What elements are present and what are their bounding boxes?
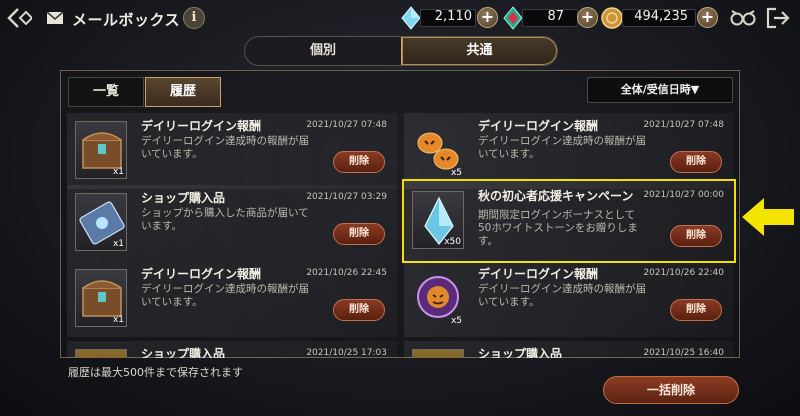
tab-history[interactable]: 履歴: [145, 77, 221, 107]
item-description: デイリーログイン達成時の報酬が届いています。: [478, 283, 646, 308]
pumpkin-medal-icon: x5: [412, 269, 464, 327]
item-quantity: x1: [112, 239, 124, 249]
item-description: 期間限定ログインボーナスとして50ホワイトストーンをお贈りします。: [478, 209, 638, 247]
item-quantity: x5: [450, 316, 462, 326]
mail-item[interactable]: x1 ショップ購入品 2021/10/27 03:29 ショップから購入した商品…: [67, 185, 397, 261]
item-title: デイリーログイン報酬: [141, 119, 262, 133]
item-title: ショップ購入品: [478, 347, 563, 358]
item-title: ショップ購入品: [141, 347, 226, 358]
item-description: ショップから購入した商品が届いています。: [141, 207, 309, 232]
delete-button[interactable]: 削除: [670, 225, 722, 247]
add-blue-crystal-button[interactable]: +: [477, 7, 498, 28]
item-quantity: x50: [444, 237, 461, 247]
delete-button[interactable]: 削除: [670, 299, 722, 321]
currency-gold-coin: 494,235 +: [600, 6, 720, 30]
item-date: 2021/10/27 00:00: [643, 190, 724, 200]
currency-value: 494,235: [634, 9, 688, 24]
mail-item[interactable]: ショップ購入品 2021/10/25 17:03: [67, 341, 397, 358]
pumpkin-icon: x5: [412, 121, 464, 179]
tab-individual[interactable]: 個別: [245, 37, 401, 65]
item-title: 秋の初心者応援キャンペーン: [478, 189, 634, 203]
currency-red-crystal: 87 +: [502, 6, 598, 30]
delete-button[interactable]: 削除: [333, 151, 385, 173]
item-description: デイリーログイン達成時の報酬が届いています。: [141, 283, 309, 308]
gold-coin-icon: [601, 7, 623, 29]
mail-item[interactable]: ショップ購入品 2021/10/25 16:40: [404, 341, 734, 358]
add-gold-button[interactable]: +: [697, 7, 718, 28]
mail-icon: [46, 11, 64, 24]
arrow-left-icon: [742, 198, 794, 236]
item-date: 2021/10/27 03:29: [306, 192, 387, 202]
owl-icon[interactable]: [730, 8, 756, 28]
currency-blue-crystal: 2,110 +: [400, 6, 500, 30]
item-title: デイリーログイン報酬: [478, 267, 599, 281]
gold-pile-icon: [412, 349, 464, 358]
mail-item[interactable]: x5 デイリーログイン報酬 2021/10/26 22:40 デイリーログイン達…: [404, 261, 734, 337]
mail-item[interactable]: x5 デイリーログイン報酬 2021/10/27 07:48 デイリーログイン達…: [404, 113, 734, 189]
delete-button[interactable]: 削除: [333, 299, 385, 321]
main-tabs: 個別 共通: [244, 36, 558, 66]
gold-pile-icon: [75, 349, 127, 358]
info-button[interactable]: i: [183, 7, 205, 29]
item-date: 2021/10/25 16:40: [643, 348, 724, 358]
item-quantity: x1: [112, 315, 124, 325]
item-title: デイリーログイン報酬: [478, 119, 599, 133]
ticket-icon: x1: [75, 193, 127, 251]
sort-dropdown[interactable]: 全体/受信日時▼: [587, 77, 733, 103]
treasure-chest-icon: x1: [75, 269, 127, 327]
item-title: デイリーログイン報酬: [141, 267, 262, 281]
item-quantity: x5: [450, 168, 462, 178]
add-red-crystal-button[interactable]: +: [577, 7, 598, 28]
item-date: 2021/10/26 22:40: [643, 268, 724, 278]
mail-item[interactable]: x1 デイリーログイン報酬 2021/10/26 22:45 デイリーログイン達…: [67, 261, 397, 337]
bulk-delete-button[interactable]: 一括削除: [603, 376, 739, 404]
delete-button[interactable]: 削除: [670, 151, 722, 173]
item-date: 2021/10/27 07:48: [306, 120, 387, 130]
red-crystal-icon: [503, 6, 523, 30]
blue-crystal-icon: [401, 6, 421, 30]
item-title: ショップ購入品: [141, 191, 226, 205]
treasure-chest-icon: x1: [75, 121, 127, 179]
back-icon[interactable]: [6, 7, 32, 29]
currency-value: 2,110: [434, 9, 472, 24]
item-description: デイリーログイン達成時の報酬が届いています。: [478, 135, 646, 160]
mail-panel: 一覧 履歴 全体/受信日時▼ x1 デイリーログイン報酬 2021/10/27 …: [60, 70, 740, 358]
item-description: デイリーログイン達成時の報酬が届いています。: [141, 135, 309, 160]
top-bar: メールボックス i 2,110 + 87 + 494,235 +: [0, 0, 800, 36]
item-quantity: x1: [112, 167, 124, 177]
delete-button[interactable]: 削除: [333, 223, 385, 245]
history-limit-note: 履歴は最大500件まで保存されます: [68, 366, 243, 379]
white-stone-icon: x50: [412, 191, 464, 249]
page-title: メールボックス: [72, 11, 181, 29]
exit-icon[interactable]: [766, 7, 790, 29]
currency-value: 87: [547, 9, 564, 24]
item-date: 2021/10/27 07:48: [643, 120, 724, 130]
mail-item-highlighted[interactable]: x50 秋の初心者応援キャンペーン 2021/10/27 00:00 期間限定ロ…: [402, 179, 736, 263]
tab-list[interactable]: 一覧: [68, 77, 144, 107]
item-date: 2021/10/25 17:03: [306, 348, 387, 358]
mail-item[interactable]: x1 デイリーログイン報酬 2021/10/27 07:48 デイリーログイン達…: [67, 113, 397, 189]
tab-common[interactable]: 共通: [401, 37, 557, 65]
item-date: 2021/10/26 22:45: [306, 268, 387, 278]
